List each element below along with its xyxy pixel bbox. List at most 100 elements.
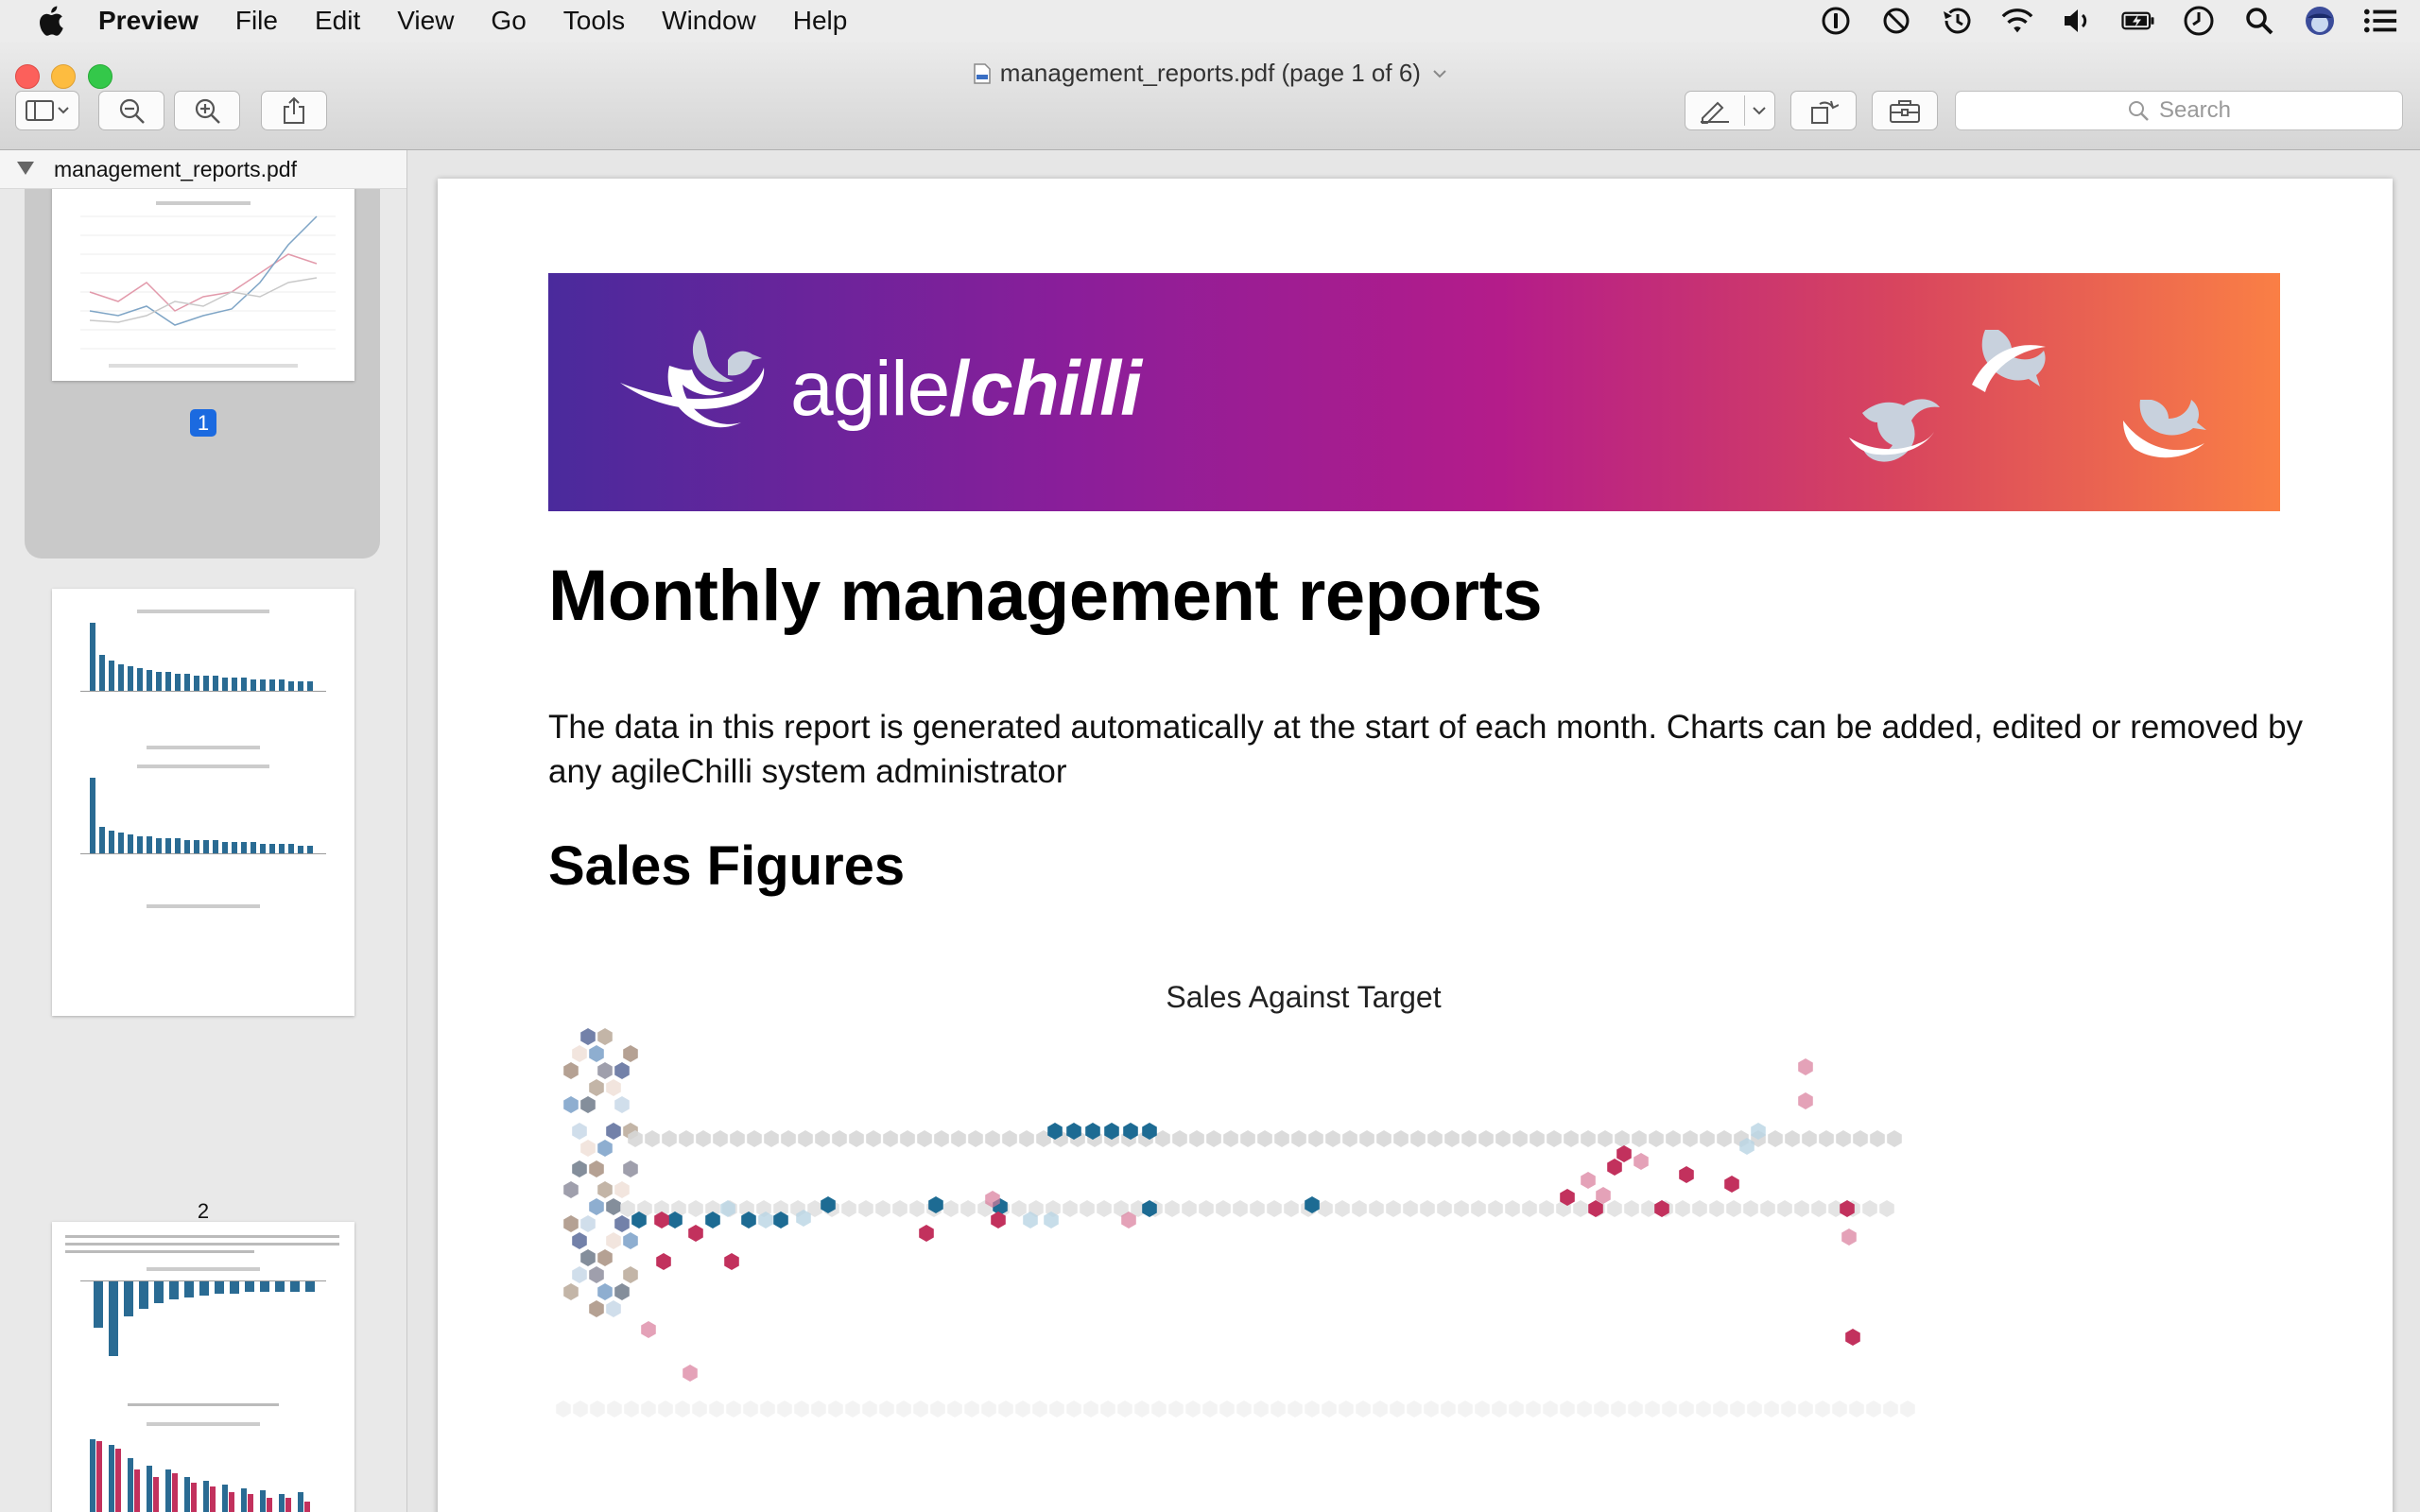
target-row-a (1564, 1130, 1579, 1147)
sales-point-pink (683, 1365, 698, 1382)
target-row-b (1471, 1200, 1486, 1217)
target-row-b (688, 1200, 703, 1217)
spotlight-search-icon[interactable] (2242, 4, 2276, 38)
axis-pixel (580, 1140, 596, 1157)
title-chevron-down-icon[interactable] (1433, 51, 1446, 89)
target-row-b (892, 1200, 908, 1217)
disclosure-triangle-icon[interactable] (17, 162, 34, 175)
chart-bottom-row (794, 1400, 809, 1418)
axis-pixel (563, 1283, 579, 1300)
markup-chevron-down-icon[interactable] (1752, 106, 1767, 115)
search-icon (2128, 101, 2149, 121)
chart-bottom-row (1066, 1400, 1081, 1418)
chart-bottom-row (1577, 1400, 1592, 1418)
page-thumbnail-2[interactable] (52, 589, 354, 1016)
sales-point-red (919, 1225, 934, 1242)
user-avatar-icon[interactable] (2303, 4, 2337, 38)
volume-icon[interactable] (2061, 4, 2095, 38)
chart-bottom-row (1543, 1400, 1558, 1418)
target-row-a (1547, 1130, 1562, 1147)
page-thumbnail-3[interactable] (52, 1222, 354, 1512)
chart-bottom-row (692, 1400, 707, 1418)
target-row-b (1675, 1200, 1690, 1217)
target-row-a (781, 1130, 796, 1147)
target-row-b (1352, 1200, 1367, 1217)
menu-window[interactable]: Window (662, 0, 756, 42)
axis-pixel (597, 1062, 613, 1079)
axis-pixel (623, 1045, 638, 1062)
sidebar-file-name: management_reports.pdf (54, 157, 297, 181)
axis-pixel (580, 1249, 596, 1266)
target-row-b (1216, 1200, 1231, 1217)
wifi-icon[interactable] (2000, 4, 2034, 38)
target-row-a (1257, 1130, 1272, 1147)
chart-bottom-row (675, 1400, 690, 1418)
target-row-a (866, 1130, 881, 1147)
chart-bottom-row (607, 1400, 622, 1418)
chart-title: Sales Against Target (1166, 980, 1442, 1014)
clock-icon[interactable] (2182, 4, 2216, 38)
pdf-document-icon (974, 57, 991, 84)
target-row-b (1233, 1200, 1248, 1217)
target-row-a (662, 1130, 677, 1147)
chart-bottom-row (624, 1400, 639, 1418)
menu-go[interactable]: Go (491, 0, 526, 42)
apple-menu-icon[interactable] (36, 4, 70, 38)
document-view[interactable]: agile/chilli Monthly management reports … (407, 150, 2420, 1512)
chart-bottom-row (1253, 1400, 1269, 1418)
axis-pixel (606, 1232, 621, 1249)
chart-bottom-row (981, 1400, 996, 1418)
time-machine-icon[interactable] (1940, 4, 1974, 38)
zoom-out-button[interactable] (98, 91, 164, 130)
menu-file[interactable]: File (235, 0, 278, 42)
page-number-1[interactable]: 1 (0, 409, 406, 437)
window-toolbar: management_reports.pdf (page 1 of 6) Sea… (0, 42, 2420, 150)
password-manager-icon[interactable] (1819, 4, 1853, 38)
target-row-b (1454, 1200, 1469, 1217)
sidebar-view-menu-button[interactable] (15, 91, 79, 130)
target-row-a (1342, 1130, 1357, 1147)
menu-help[interactable]: Help (793, 0, 848, 42)
do-not-disturb-icon[interactable] (1879, 4, 1913, 38)
agilechilli-logo: agile/chilli (790, 346, 1142, 432)
rotate-button[interactable] (1790, 91, 1857, 130)
target-row-a (1530, 1130, 1545, 1147)
chart-bottom-row (879, 1400, 894, 1418)
toolbox-icon (1890, 100, 1920, 123)
window-title[interactable]: management_reports.pdf (page 1 of 6) (0, 51, 2420, 92)
target-row-a (713, 1130, 728, 1147)
search-input[interactable]: Search (1955, 91, 2403, 130)
axis-pixel (563, 1215, 579, 1232)
target-row-a (1002, 1130, 1017, 1147)
logo-bird-icon (620, 330, 765, 428)
menu-tools[interactable]: Tools (563, 0, 625, 42)
menu-app-preview[interactable]: Preview (98, 0, 199, 42)
share-button[interactable] (261, 91, 327, 130)
axis-pixel (589, 1266, 604, 1283)
target-row-a (1461, 1130, 1477, 1147)
status-menus (1819, 0, 2397, 42)
chart-bottom-row (1849, 1400, 1864, 1418)
axis-pixel (606, 1300, 621, 1317)
battery-charging-icon[interactable] (2121, 4, 2155, 38)
target-row-b (1505, 1200, 1520, 1217)
target-row-b (841, 1200, 856, 1217)
target-row-a (696, 1130, 711, 1147)
markup-highlight-button[interactable] (1685, 91, 1775, 130)
target-row-b (1811, 1200, 1826, 1217)
target-row-a (849, 1130, 864, 1147)
zoom-in-button[interactable] (174, 91, 240, 130)
page-number-2[interactable]: 2 (0, 1199, 406, 1224)
sidebar-document-header[interactable]: management_reports.pdf (0, 150, 406, 189)
target-row-a (1359, 1130, 1374, 1147)
sales-point-red (688, 1225, 703, 1242)
markup-toolbar-button[interactable] (1872, 91, 1938, 130)
target-row-a (1393, 1130, 1409, 1147)
menu-edit[interactable]: Edit (315, 0, 360, 42)
axis-pixel (563, 1062, 579, 1079)
notification-center-icon[interactable] (2363, 4, 2397, 38)
menu-view[interactable]: View (397, 0, 454, 42)
target-row-a (1598, 1130, 1613, 1147)
target-row-b (1794, 1200, 1809, 1217)
chart-bottom-row (1424, 1400, 1439, 1418)
